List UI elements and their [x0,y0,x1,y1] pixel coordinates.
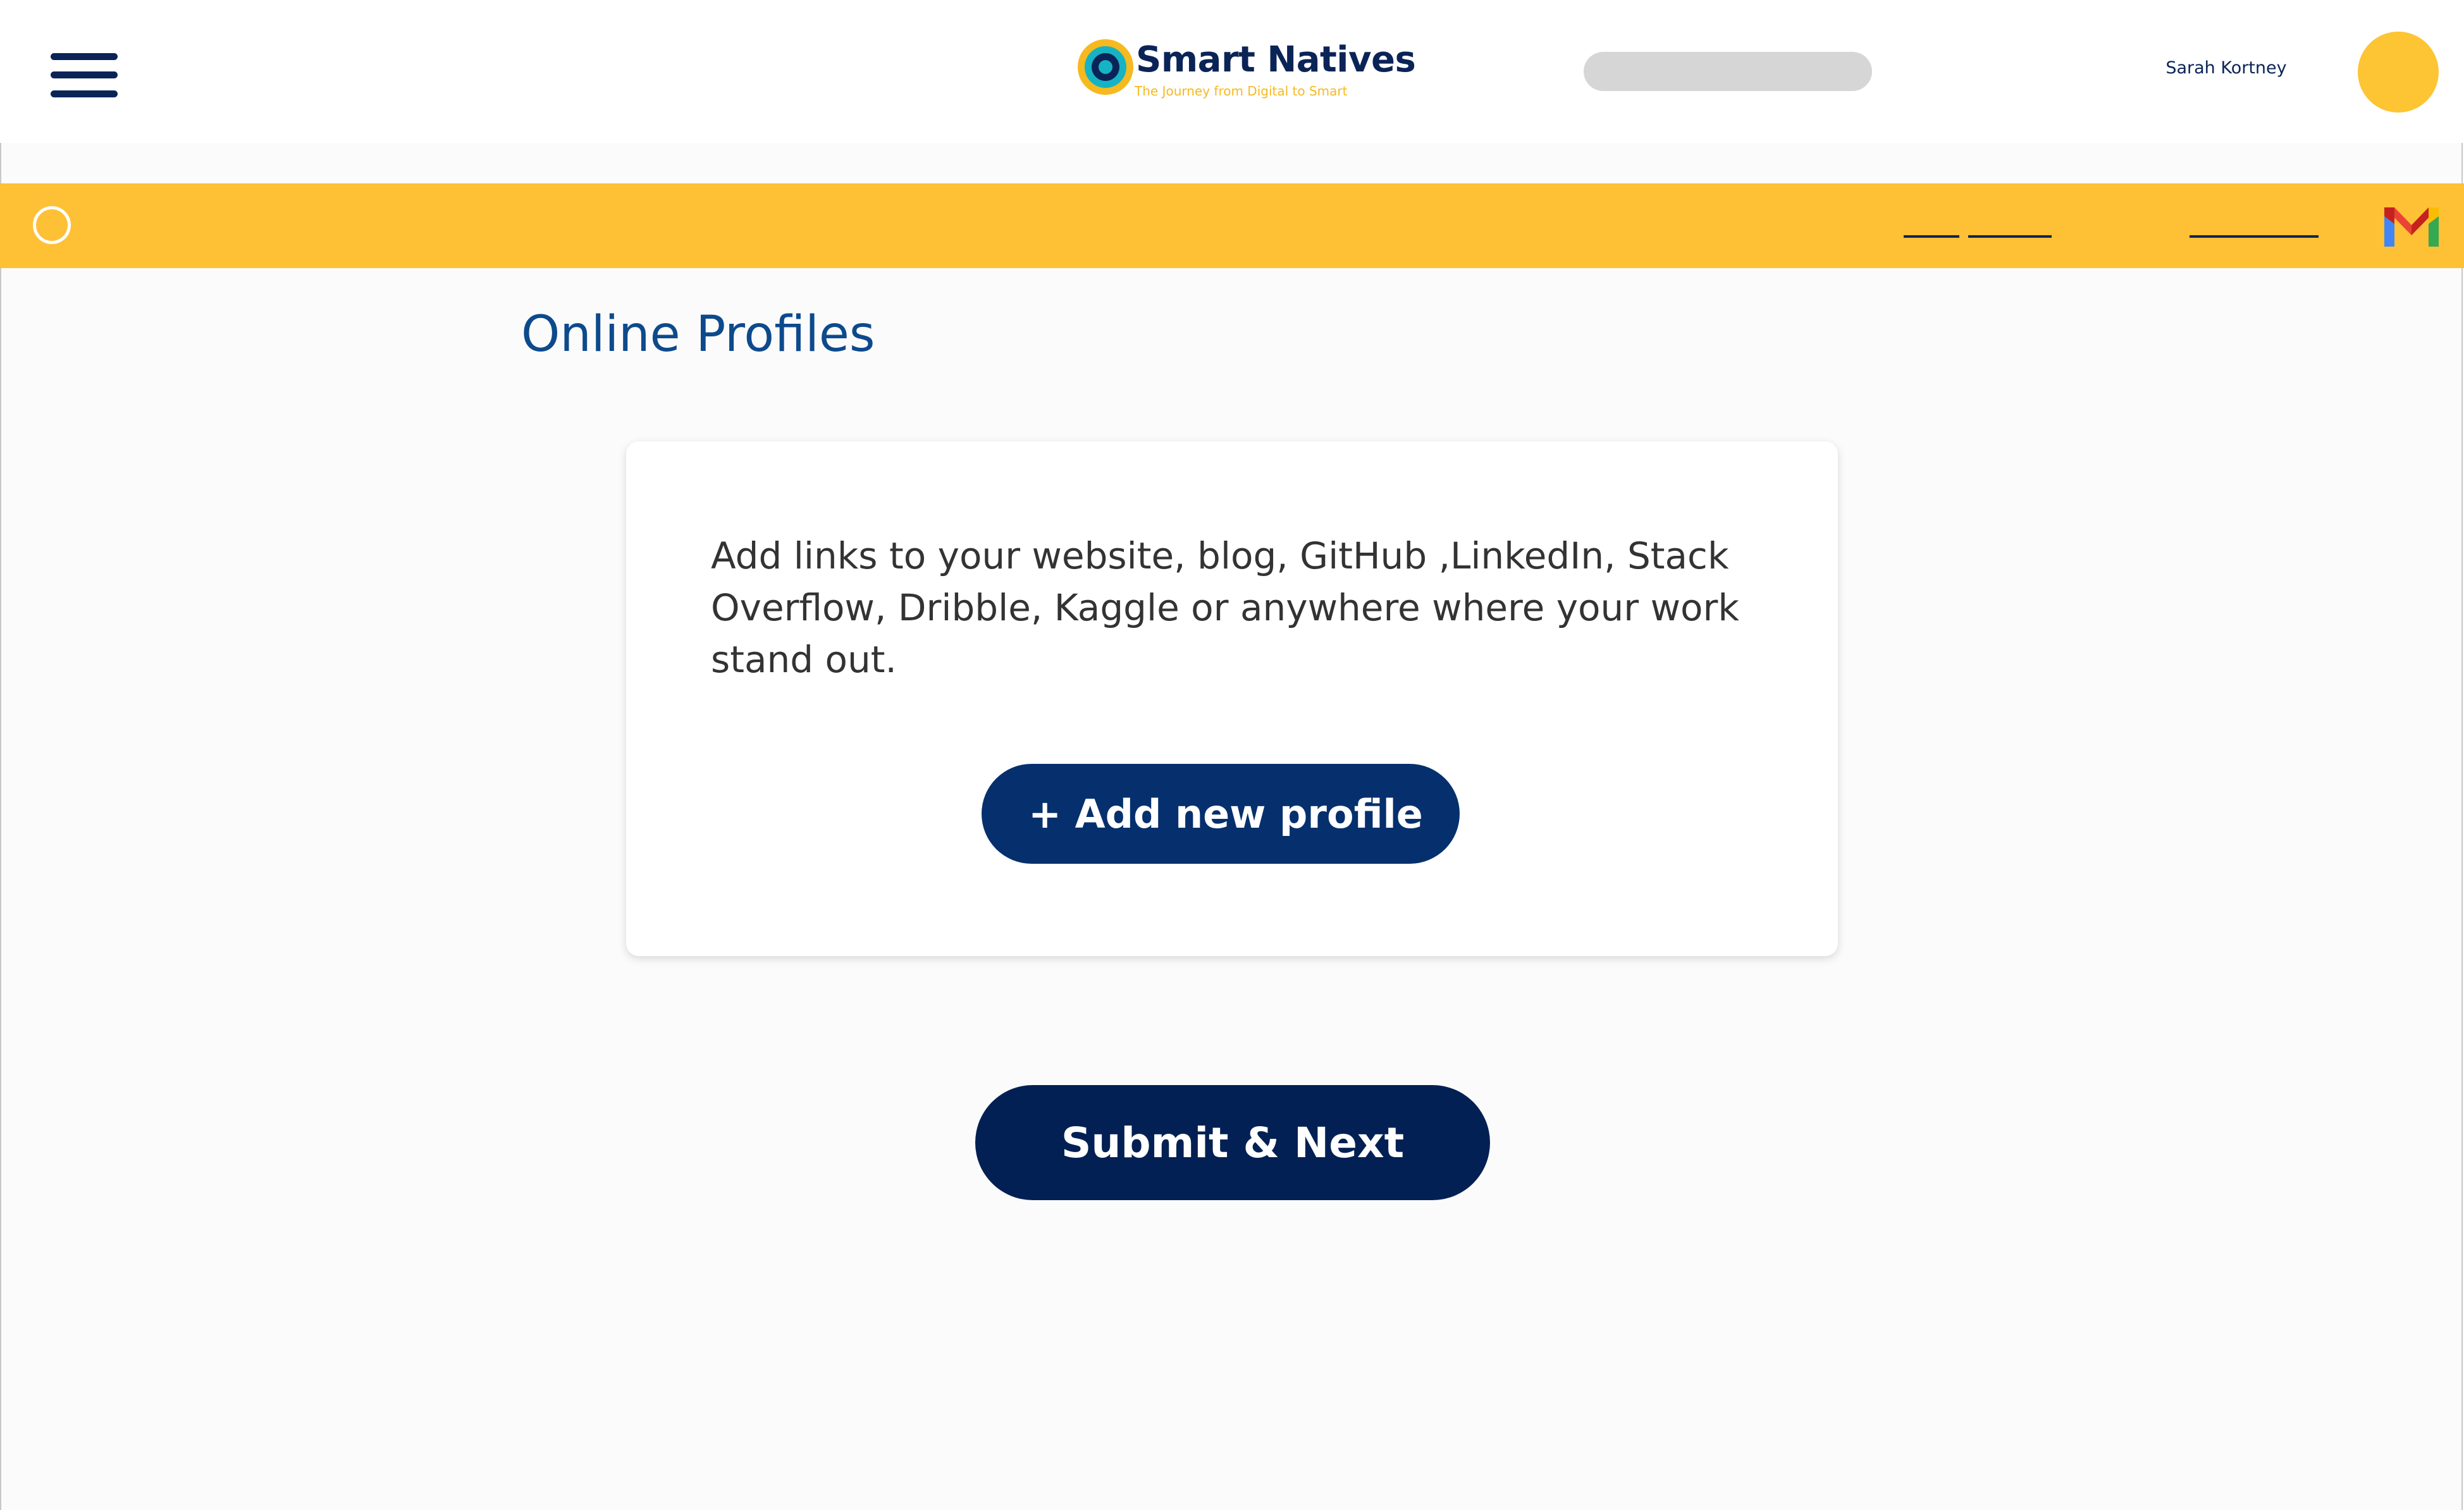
submit-and-next-button[interactable]: Submit & Next [975,1085,1490,1200]
logo-name: Smart Natives [1136,39,1416,80]
smart-natives-logo[interactable]: Smart Natives The Journey from Digital t… [1075,33,1416,104]
circle-icon[interactable] [33,206,71,244]
logo-tagline: The Journey from Digital to Smart [1135,83,1348,99]
yellow-banner [0,183,2464,268]
banner-link-1[interactable] [1904,235,1959,238]
top-header: Smart Natives The Journey from Digital t… [0,0,2464,143]
online-profiles-card: Add links to your website, blog, GitHub … [626,441,1838,956]
user-name: Sarah Kortney [2165,58,2287,78]
search-bar-placeholder[interactable] [1584,52,1872,91]
logo-target-icon [1078,39,1133,95]
gmail-icon[interactable] [2383,202,2440,248]
avatar[interactable] [2358,32,2439,113]
right-border [2461,143,2463,1510]
banner-link-3[interactable] [2190,235,2319,238]
banner-link-2[interactable] [1968,235,2052,238]
hamburger-menu-icon[interactable] [51,53,118,97]
page-title: Online Profiles [521,306,875,363]
card-description: Add links to your website, blog, GitHub … [711,534,1739,681]
add-new-profile-button[interactable]: + Add new profile [982,764,1460,864]
left-border [0,143,1,1510]
